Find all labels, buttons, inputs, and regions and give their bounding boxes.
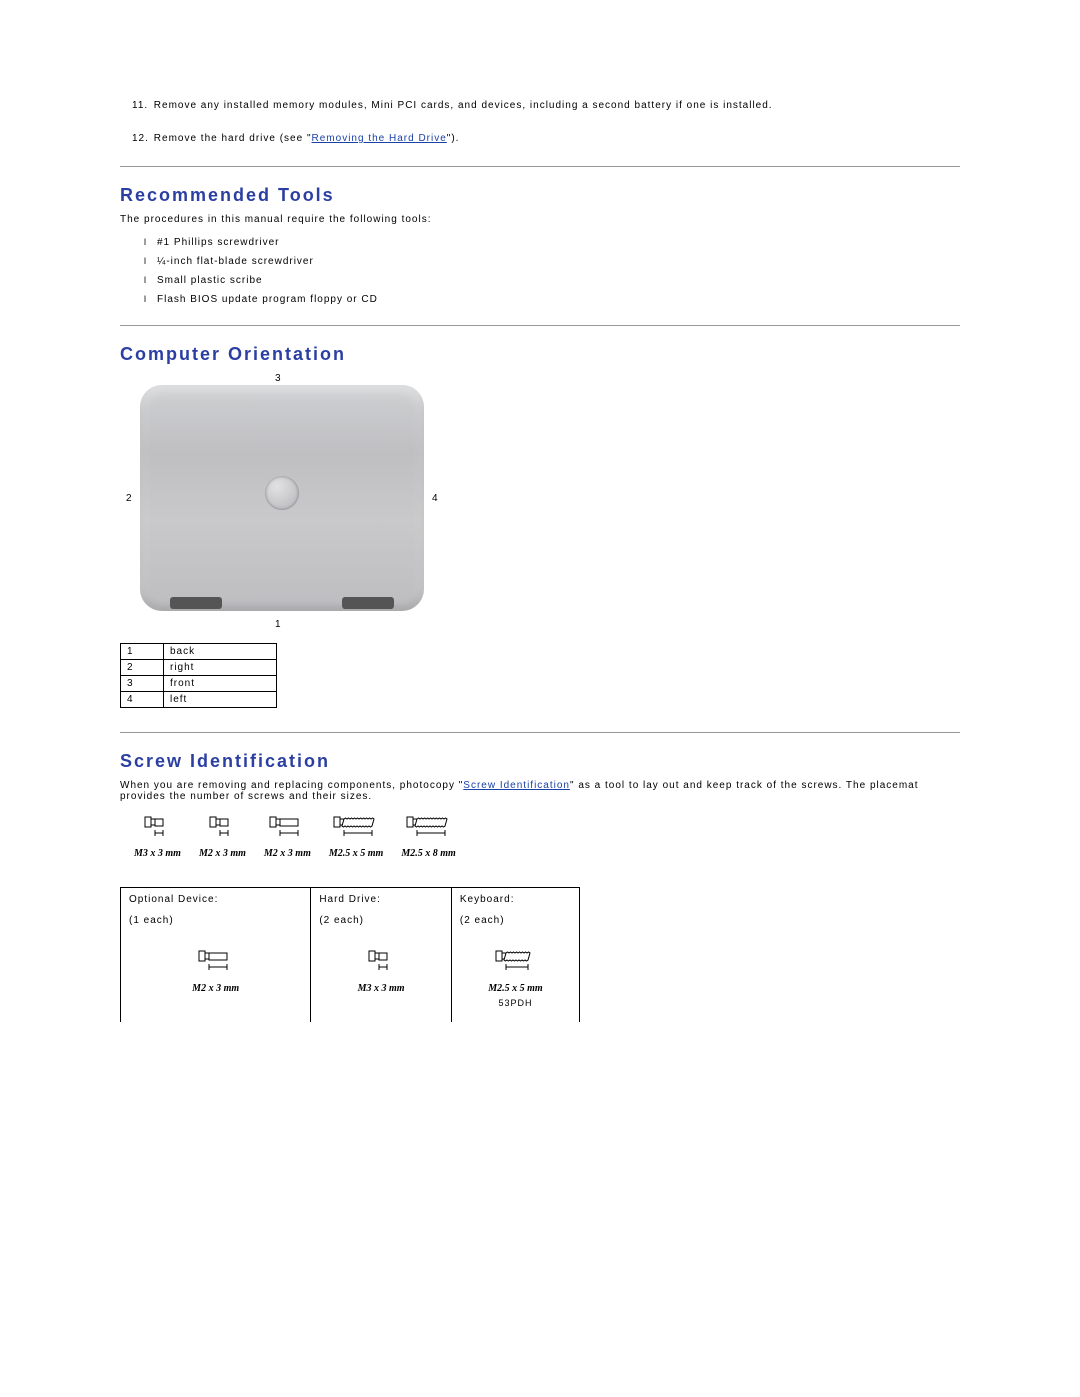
screw-intro: When you are removing and replacing comp… [120,780,960,802]
tools-intro: The procedures in this manual require th… [120,214,960,225]
separator [120,325,960,326]
screw-label: M2.5 x 8 mm [401,848,455,859]
screw-identification-table: Optional Device: (1 each) M2 x 3 mm Hard Dr… [120,887,580,1022]
orientation-label-right: 4 [432,493,439,504]
screw-item: M2 x 3 mm [264,816,311,859]
screw-icon [209,816,235,845]
step-text: Remove any installed memory modules, Min… [154,100,773,111]
dell-logo-icon [265,476,299,510]
screw-icon [129,950,302,979]
screw-item: M2.5 x 5 mm [329,816,383,859]
screw-id-cell: Hard Drive: (2 each) M3 x 3 mm [311,888,452,1023]
hinge-icon [342,597,394,609]
screw-component-header: Keyboard: [460,894,571,905]
screw-size-label: M2 x 3 mm [129,983,302,994]
screw-quantity: (2 each) [319,915,443,926]
orientation-table: 1 back 2 right 3 front 4 left [120,643,277,708]
orientation-label-left: 2 [126,493,133,504]
tools-item: #1 Phillips screwdriver [144,237,960,248]
orientation-cell-num: 3 [121,676,164,692]
screw-row: M3 x 3 mm M2 x 3 mm M2 x 3 mm M2.5 x 5 mm M2… [134,816,960,859]
screw-icon [319,950,443,979]
screw-icon [333,816,379,845]
orientation-label-top: 3 [275,373,282,384]
screw-identification-link[interactable]: Screw Identification [463,780,570,791]
orientation-cell-num: 4 [121,692,164,708]
screw-label: M3 x 3 mm [134,848,181,859]
screw-component-header: Hard Drive: [319,894,443,905]
orientation-cell-val: left [164,692,277,708]
step-text-post: "). [447,133,460,144]
screw-quantity: (2 each) [460,915,571,926]
screw-label: M2 x 3 mm [264,848,311,859]
tools-item: Flash BIOS update program floppy or CD [144,294,960,305]
hinge-icon [170,597,222,609]
tools-item: Small plastic scribe [144,275,960,286]
separator [120,166,960,167]
table-row: 2 right [121,660,277,676]
orientation-cell-val: back [164,644,277,660]
screw-label: M2.5 x 5 mm [329,848,383,859]
screw-label: M2 x 3 mm [199,848,246,859]
screw-quantity: (1 each) [129,915,302,926]
orientation-label-bottom: 1 [275,619,282,630]
table-row: 3 front [121,676,277,692]
tools-item: ¼-inch flat-blade screwdriver [144,256,960,267]
procedure-steps: 11. Remove any installed memory modules,… [120,100,960,144]
screw-part-code: 53PDH [460,998,571,1008]
screw-id-cell: Keyboard: (2 each) M2.5 x 5 mm 53PDH [451,888,579,1023]
computer-orientation-heading: Computer Orientation [120,344,960,365]
screw-item: M3 x 3 mm [134,816,181,859]
orientation-cell-val: front [164,676,277,692]
screw-icon [460,950,571,979]
table-row: 1 back [121,644,277,660]
screw-icon [269,816,305,845]
step-12: 12. Remove the hard drive (see "Removing… [120,133,960,144]
table-row: Optional Device: (1 each) M2 x 3 mm Hard Dr… [121,888,580,1023]
removing-hard-drive-link[interactable]: Removing the Hard Drive [312,133,447,144]
orientation-cell-val: right [164,660,277,676]
step-number: 11. [132,100,150,111]
step-11: 11. Remove any installed memory modules,… [120,100,960,111]
orientation-diagram: 3 2 4 1 [120,373,460,633]
screw-intro-pre: When you are removing and replacing comp… [120,780,463,791]
orientation-cell-num: 1 [121,644,164,660]
screw-identification-heading: Screw Identification [120,751,960,772]
laptop-illustration [140,385,424,611]
tools-list: #1 Phillips screwdriver ¼-inch flat-blad… [144,237,960,305]
screw-component-header: Optional Device: [129,894,302,905]
screw-icon [406,816,452,845]
screw-id-cell: Optional Device: (1 each) M2 x 3 mm [121,888,311,1023]
screw-item: M2 x 3 mm [199,816,246,859]
table-row: 4 left [121,692,277,708]
separator [120,732,960,733]
step-text-pre: Remove the hard drive (see " [154,133,312,144]
recommended-tools-heading: Recommended Tools [120,185,960,206]
screw-size-label: M2.5 x 5 mm [460,983,571,994]
orientation-cell-num: 2 [121,660,164,676]
screw-item: M2.5 x 8 mm [401,816,455,859]
screw-icon [144,816,170,845]
step-number: 12. [132,133,150,144]
screw-size-label: M3 x 3 mm [319,983,443,994]
